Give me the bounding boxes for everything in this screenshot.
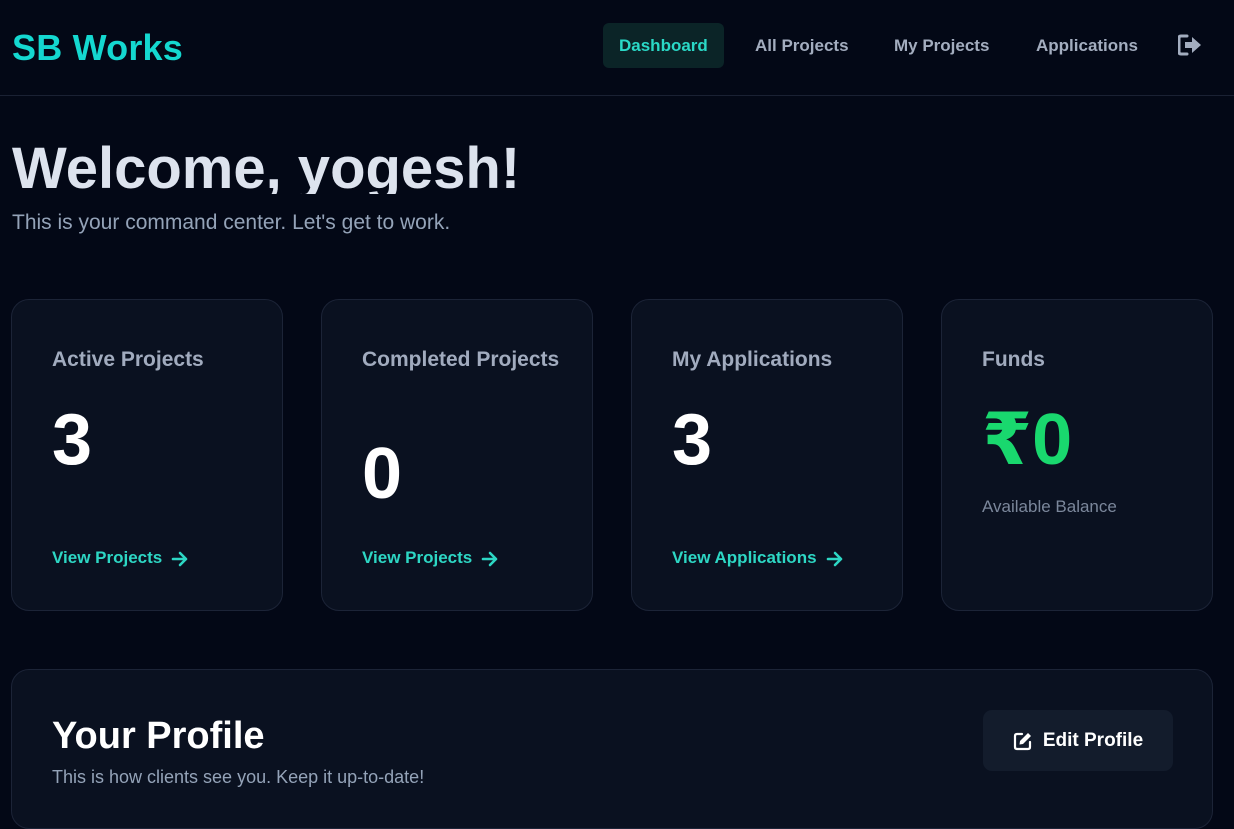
nav-applications[interactable]: Applications [1020, 23, 1154, 68]
card-value: 3 [52, 400, 93, 480]
profile-title: Your Profile [52, 715, 265, 757]
link-label[interactable]: View Projects [52, 546, 162, 570]
welcome-title: Welcome, yogesh! [12, 136, 521, 194]
stat-card-completed-projects: Completed Projects 0 View Projects [321, 299, 593, 611]
arrow-right-icon [826, 550, 844, 567]
view-applications-link[interactable]: View Applications [672, 546, 844, 570]
stat-card-my-applications: My Applications 3 View Applications [631, 299, 903, 611]
stat-card-active-projects: Active Projects 3 View Projects [11, 299, 283, 611]
card-title: Completed Projects [362, 348, 560, 371]
nav-my-projects[interactable]: My Projects [878, 23, 1005, 68]
funds-value: ₹0 [982, 400, 1073, 480]
navbar: SB Works Dashboard All Projects My Proje… [0, 0, 1234, 96]
edit-icon [1013, 731, 1033, 751]
view-projects-link[interactable]: View Projects [52, 546, 189, 570]
edit-profile-button[interactable]: Edit Profile [983, 710, 1173, 771]
arrow-right-icon [171, 550, 189, 567]
card-title: Funds [982, 348, 1045, 371]
brand-logo[interactable]: SB Works [12, 26, 183, 70]
nav-dashboard[interactable]: Dashboard [603, 23, 724, 68]
view-projects-link[interactable]: View Projects [362, 546, 499, 570]
card-value: 3 [672, 400, 713, 480]
arrow-right-icon [481, 550, 499, 567]
stat-card-funds: Funds ₹0 Available Balance [941, 299, 1213, 611]
profile-section: Your Profile This is how clients see you… [11, 669, 1213, 829]
sign-out-icon[interactable] [1177, 34, 1204, 56]
link-label[interactable]: View Applications [672, 546, 817, 570]
card-title: Active Projects [52, 348, 204, 371]
profile-subtitle: This is how clients see you. Keep it up-… [52, 767, 425, 787]
card-title: My Applications [672, 348, 833, 371]
link-label[interactable]: View Projects [362, 546, 472, 570]
edit-profile-label[interactable]: Edit Profile [1043, 730, 1143, 752]
available-balance-label: Available Balance [982, 497, 1117, 516]
nav-all-projects[interactable]: All Projects [739, 23, 865, 68]
welcome-subtitle: This is your command center. Let's get t… [12, 211, 451, 234]
card-value: 0 [362, 434, 403, 514]
